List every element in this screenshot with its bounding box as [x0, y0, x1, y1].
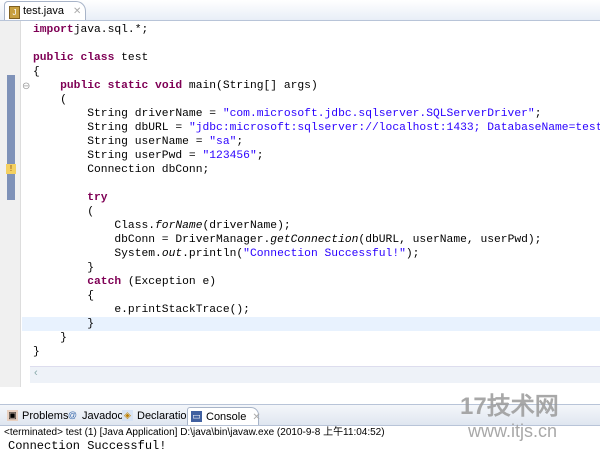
- code-line: {: [33, 65, 598, 79]
- code-token: ;: [236, 136, 244, 148]
- code-line: catch (Exception e): [33, 275, 598, 289]
- code-token: {: [33, 290, 95, 302]
- code-token: String userPwd =: [33, 150, 203, 162]
- tab-label: Problems: [22, 410, 69, 422]
- code-token: (dbURL, userName, userPwd);: [358, 234, 542, 246]
- code-text[interactable]: importjava.sql.*; public class test{ publ…: [33, 23, 600, 359]
- code-line: public class test: [33, 51, 598, 65]
- string-literal: "jdbc:microsoft:sqlserver://localhost:14…: [188, 122, 600, 134]
- tab-console[interactable]: ▭ Console ✕: [187, 407, 261, 425]
- range-indicator: [7, 75, 15, 200]
- code-line: String driverName = "com.microsoft.jdbc.…: [33, 107, 598, 121]
- warning-icon[interactable]: !: [6, 164, 16, 174]
- code-token: test: [114, 52, 149, 64]
- code-token: ;: [534, 108, 542, 120]
- code-line: }: [33, 261, 598, 275]
- declaration-icon: ◈: [122, 410, 133, 421]
- code-token: java.sql.*;: [73, 24, 149, 36]
- watermark: 17技术网 www.itjs.cn: [460, 386, 595, 442]
- tab-problems[interactable]: ▣ Problems: [4, 407, 68, 425]
- code-line: try: [33, 191, 598, 205]
- code-token: e.printStackTrace();: [33, 304, 250, 316]
- close-icon[interactable]: ✕: [73, 6, 81, 17]
- string-literal: "123456": [202, 150, 257, 162]
- watermark-url: www.itjs.cn: [468, 421, 558, 441]
- code-line: }: [33, 317, 598, 331]
- scroll-left-icon[interactable]: ‹: [34, 367, 38, 379]
- at-icon: @: [67, 410, 78, 420]
- tab-label: Console: [206, 411, 247, 423]
- tab-label: Declaration: [137, 410, 193, 422]
- code-token: Class.: [33, 220, 156, 232]
- code-token: String userName =: [33, 136, 210, 148]
- code-token: dbConn = DriverManager.: [33, 234, 271, 246]
- code-token: getConnection: [270, 234, 359, 246]
- code-line: Connection dbConn;: [33, 163, 598, 177]
- keyword: public class: [33, 52, 115, 64]
- code-token: String driverName =: [33, 108, 223, 120]
- code-token: .println(: [182, 248, 244, 260]
- code-token: Connection dbConn;: [33, 164, 210, 176]
- code-line: (: [33, 205, 598, 219]
- code-token: out: [161, 248, 183, 260]
- code-line: }: [33, 345, 598, 359]
- code-token: }: [33, 318, 95, 330]
- code-line: Class.forName(driverName);: [33, 219, 598, 233]
- problems-icon: ▣: [7, 410, 18, 421]
- keyword: import: [33, 24, 74, 36]
- code-token: }: [33, 332, 67, 344]
- code-line: dbConn = DriverManager.getConnection(dbU…: [33, 233, 598, 247]
- keyword: catch: [87, 276, 122, 288]
- code-line: System.out.println("Connection Successfu…: [33, 247, 598, 261]
- close-icon[interactable]: ✕: [252, 412, 260, 423]
- code-token: String dbURL =: [33, 122, 189, 134]
- string-literal: "Connection Successful!": [243, 248, 406, 260]
- editor-tab-bar: J test.java ✕: [0, 0, 600, 21]
- code-token: (: [33, 94, 67, 106]
- string-literal: "sa": [209, 136, 237, 148]
- code-line: String dbURL = "jdbc:microsoft:sqlserver…: [33, 121, 600, 135]
- java-file-icon: J: [9, 6, 20, 19]
- code-line: {: [33, 289, 598, 303]
- horizontal-scrollbar[interactable]: ‹: [30, 366, 600, 383]
- code-line: e.printStackTrace();: [33, 303, 598, 317]
- code-line: String userName = "sa";: [33, 135, 598, 149]
- code-token: (driverName);: [202, 220, 291, 232]
- code-token: ;: [256, 150, 264, 162]
- watermark-logo: 17技术网: [460, 393, 559, 420]
- code-token: (: [33, 206, 95, 218]
- tab-label: Javadoc: [82, 410, 123, 422]
- tab-declaration[interactable]: ◈ Declaration: [119, 407, 193, 425]
- code-line: String userPwd = "123456";: [33, 149, 598, 163]
- code-line: importjava.sql.*;: [33, 23, 598, 37]
- fold-collapse-icon[interactable]: ⊖: [22, 81, 30, 92]
- code-token: );: [405, 248, 420, 260]
- code-token: forName: [155, 220, 203, 232]
- code-token: {: [33, 66, 40, 78]
- code-token: (Exception e): [121, 276, 217, 288]
- string-literal: "com.microsoft.jdbc.sqlserver.SQLServerD…: [222, 108, 535, 120]
- editor-tab-label: test.java: [23, 5, 64, 17]
- code-token: System.: [33, 248, 162, 260]
- keyword: try: [87, 192, 108, 204]
- code-line: public static void main(String[] args): [33, 79, 598, 93]
- keyword: public static void: [60, 80, 183, 92]
- code-token: }: [33, 262, 95, 274]
- editor-tab-test-java[interactable]: J test.java ✕: [4, 1, 86, 20]
- code-line: }: [33, 331, 598, 345]
- code-editor[interactable]: ! ⊖ importjava.sql.*; public class test{ …: [0, 21, 600, 387]
- console-icon: ▭: [191, 411, 202, 422]
- code-line: (: [33, 93, 598, 107]
- tab-javadoc[interactable]: @ Javadoc: [64, 407, 123, 425]
- code-token: }: [33, 346, 40, 358]
- code-token: main(String[] args): [182, 80, 318, 92]
